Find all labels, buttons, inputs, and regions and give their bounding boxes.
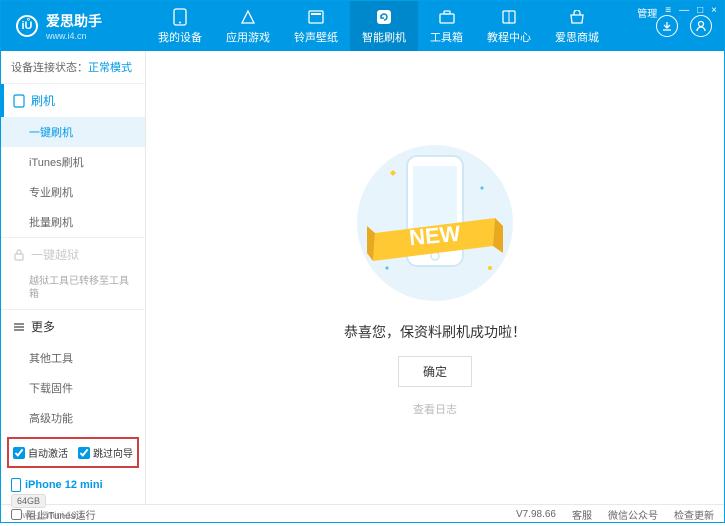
success-illustration: NEW <box>345 138 525 308</box>
device-name-label: iPhone 12 mini <box>25 479 103 491</box>
menu-flash-section: 刷机 一键刷机 iTunes刷机 专业刷机 批量刷机 <box>1 83 145 237</box>
version-label: V7.98.66 <box>516 509 556 520</box>
block-itunes-checkbox[interactable]: 阻止iTunes运行 <box>11 507 500 522</box>
checkbox-input[interactable] <box>13 447 25 459</box>
service-link[interactable]: 客服 <box>572 507 592 522</box>
manage-link[interactable]: 管理 <box>637 5 657 20</box>
phone-icon <box>171 8 189 26</box>
menu-icon[interactable]: ≡ <box>665 5 671 20</box>
menu-title-label: 更多 <box>31 318 55 335</box>
tab-label: 我的设备 <box>158 29 202 45</box>
menu-title-label: 刷机 <box>31 92 55 109</box>
success-message: 恭喜您，保资料刷机成功啦！ <box>344 322 526 342</box>
menu-title-label: 一键越狱 <box>31 246 79 263</box>
menu-jailbreak-title: 一键越狱 <box>1 238 145 271</box>
menu-pro-flash[interactable]: 专业刷机 <box>1 177 145 207</box>
logo-sub: www.i4.cn <box>46 31 102 41</box>
tab-ringtones[interactable]: 铃声壁纸 <box>282 1 350 51</box>
checkbox-input[interactable] <box>11 509 22 520</box>
tab-label: 应用游戏 <box>226 29 270 45</box>
checkbox-auto-activate[interactable]: 自动激活 <box>13 445 68 460</box>
menu-batch-flash[interactable]: 批量刷机 <box>1 207 145 237</box>
menu-more-title[interactable]: 更多 <box>1 310 145 343</box>
wallpaper-icon <box>307 8 325 26</box>
lock-icon <box>13 249 25 261</box>
menu-itunes-flash[interactable]: iTunes刷机 <box>1 147 145 177</box>
checkbox-label: 阻止iTunes运行 <box>26 507 96 522</box>
store-icon <box>568 8 586 26</box>
tab-store[interactable]: 爱思商城 <box>543 1 611 51</box>
apps-icon <box>239 8 257 26</box>
content-area: 设备连接状态：正常模式 刷机 一键刷机 iTunes刷机 专业刷机 批量刷机 一… <box>1 51 724 504</box>
refresh-icon <box>375 8 393 26</box>
checkbox-label: 跳过向导 <box>93 445 133 460</box>
logo-area: iŮ 爱思助手 www.i4.cn <box>1 11 146 41</box>
option-checkboxes: 自动激活 跳过向导 <box>7 437 139 468</box>
book-icon <box>500 8 518 26</box>
menu-download-firmware[interactable]: 下载固件 <box>1 373 145 403</box>
tab-smart-flash[interactable]: 智能刷机 <box>350 1 418 51</box>
new-banner-text: NEW <box>408 221 462 250</box>
window-controls: 管理 ≡ — □ × <box>637 5 717 20</box>
logo-text: 爱思助手 <box>46 11 102 31</box>
close-icon[interactable]: × <box>711 5 717 20</box>
toolbox-icon <box>438 8 456 26</box>
list-icon <box>13 321 25 333</box>
tab-label: 教程中心 <box>487 29 531 45</box>
phone-icon <box>13 94 25 108</box>
menu-more-section: 更多 其他工具 下载固件 高级功能 <box>1 309 145 433</box>
jailbreak-note: 越狱工具已转移至工具箱 <box>1 271 145 309</box>
menu-advanced[interactable]: 高级功能 <box>1 403 145 433</box>
menu-other-tools[interactable]: 其他工具 <box>1 343 145 373</box>
checkbox-skip-guide[interactable]: 跳过向导 <box>78 445 133 460</box>
checkbox-input[interactable] <box>78 447 90 459</box>
app-header: 管理 ≡ — □ × iŮ 爱思助手 www.i4.cn 我的设备 应用游戏 铃… <box>1 1 724 51</box>
tab-apps[interactable]: 应用游戏 <box>214 1 282 51</box>
nav-tabs: 我的设备 应用游戏 铃声壁纸 智能刷机 工具箱 教程中心 爱思商城 <box>146 1 644 51</box>
sidebar: 设备连接状态：正常模式 刷机 一键刷机 iTunes刷机 专业刷机 批量刷机 一… <box>1 51 146 504</box>
confirm-button[interactable]: 确定 <box>398 356 472 387</box>
logo-icon: iŮ <box>16 15 38 37</box>
conn-label: 设备连接状态： <box>11 62 88 74</box>
conn-mode: 正常模式 <box>88 62 132 74</box>
update-link[interactable]: 检查更新 <box>674 507 714 522</box>
footer: 阻止iTunes运行 V7.98.66 客服 微信公众号 检查更新 <box>1 504 724 524</box>
device-name[interactable]: iPhone 12 mini <box>11 478 135 492</box>
menu-flash-title[interactable]: 刷机 <box>1 84 145 117</box>
tab-label: 铃声壁纸 <box>294 29 338 45</box>
tab-label: 智能刷机 <box>362 29 406 45</box>
phone-icon <box>11 478 21 492</box>
minimize-icon[interactable]: — <box>679 5 689 20</box>
tab-my-device[interactable]: 我的设备 <box>146 1 214 51</box>
tab-tutorials[interactable]: 教程中心 <box>475 1 543 51</box>
connection-status: 设备连接状态：正常模式 <box>1 51 145 83</box>
device-storage-badge: 64GB <box>11 494 46 508</box>
menu-jailbreak-section: 一键越狱 越狱工具已转移至工具箱 <box>1 237 145 309</box>
checkbox-label: 自动激活 <box>28 445 68 460</box>
maximize-icon[interactable]: □ <box>697 5 703 20</box>
view-log-link[interactable]: 查看日志 <box>413 401 457 417</box>
tab-toolbox[interactable]: 工具箱 <box>418 1 475 51</box>
tab-label: 工具箱 <box>430 29 463 45</box>
menu-one-click-flash[interactable]: 一键刷机 <box>0 117 145 147</box>
tab-label: 爱思商城 <box>555 29 599 45</box>
wechat-link[interactable]: 微信公众号 <box>608 507 658 522</box>
main-content: NEW 恭喜您，保资料刷机成功啦！ 确定 查看日志 <box>146 51 724 504</box>
